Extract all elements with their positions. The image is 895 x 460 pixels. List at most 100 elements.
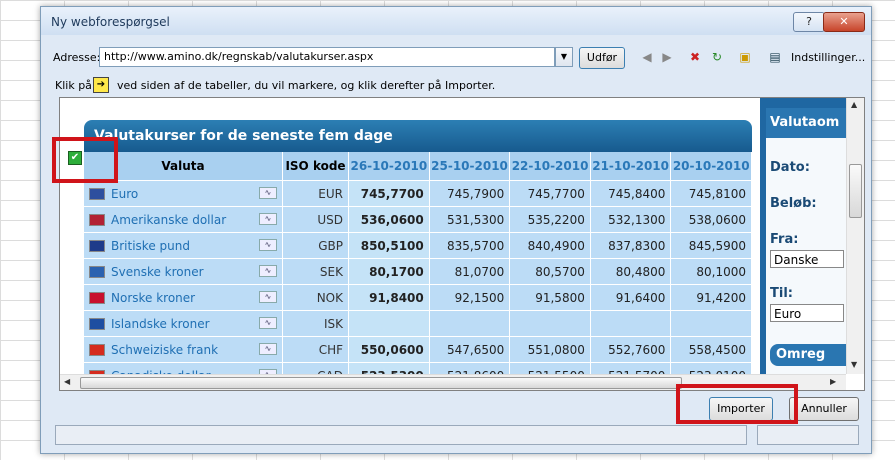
rate-cell: 91,8400 — [348, 284, 430, 311]
trend-chart-icon[interactable]: ∿ — [259, 212, 278, 225]
currency-name-cell[interactable]: Svenske kroner ∿ — [84, 258, 284, 285]
rate-cell: 91,4200 — [670, 284, 752, 311]
rate-cell: 92,1500 — [429, 284, 511, 311]
select-arrow-icon: ➔ — [93, 77, 109, 93]
rate-cell: 558,4500 — [670, 336, 752, 363]
trend-chart-icon[interactable]: ∿ — [259, 290, 278, 303]
iso-code-cell: ISK — [282, 310, 349, 337]
flag-icon — [89, 318, 105, 330]
rate-cell — [429, 310, 511, 337]
back-icon[interactable]: ◀ — [639, 49, 655, 65]
to-select[interactable]: Euro — [770, 304, 844, 322]
from-select[interactable]: Danske — [770, 250, 844, 268]
currency-name-cell[interactable]: Norske kroner ∿ — [84, 284, 284, 311]
rate-cell: 80,1700 — [348, 258, 430, 285]
horizontal-scroll-thumb[interactable] — [80, 377, 682, 389]
rate-cell: 745,7700 — [348, 180, 430, 207]
rate-cell: 552,7600 — [590, 336, 672, 363]
header-date: 22-10-2010 — [509, 152, 591, 181]
hint-text-start: Klik på — [55, 79, 92, 92]
trend-chart-icon[interactable]: ∿ — [259, 238, 278, 251]
rate-cell: 80,5700 — [509, 258, 591, 285]
status-bar-right — [757, 425, 859, 445]
currency-name-cell[interactable]: Britiske pund ∿ — [84, 232, 284, 259]
window-title: Ny webforespørgsel — [51, 15, 170, 29]
rate-cell — [348, 310, 430, 337]
table-row: Norske kroner ∿ NOK 91,8400 92,1500 91,5800 91… — [84, 284, 752, 311]
rate-cell: 837,8300 — [590, 232, 672, 259]
from-label: Fra: — [770, 232, 799, 247]
converter-box: Valutaom Dato: Beløb: Fra: Danske Til: E… — [766, 108, 846, 374]
trend-chart-icon[interactable]: ∿ — [259, 342, 278, 355]
rates-panel: Valutakurser for de seneste fem dage Val… — [84, 120, 752, 390]
address-input[interactable]: http://www.amino.dk/regnskab/valutakurse… — [99, 47, 555, 67]
currency-name[interactable]: Islandske kroner — [111, 317, 210, 331]
table-row: Schweiziske frank ∿ CHF 550,0600 547,6500 551… — [84, 336, 752, 363]
header-date: 20-10-2010 — [670, 152, 752, 181]
converter-panel: Valutaom Dato: Beløb: Fra: Danske Til: E… — [760, 98, 846, 374]
vertical-scrollbar[interactable]: ▲ ▼ — [846, 98, 864, 374]
status-bar — [55, 425, 747, 445]
scroll-right-icon[interactable]: ▶ — [830, 377, 836, 386]
rate-cell: 535,2200 — [509, 206, 591, 233]
rate-cell: 745,8400 — [590, 180, 672, 207]
close-button[interactable]: ✕ — [823, 12, 865, 32]
trend-chart-icon[interactable]: ∿ — [259, 264, 278, 277]
currency-name[interactable]: Euro — [111, 187, 138, 201]
rate-cell: 91,5800 — [509, 284, 591, 311]
checkbox-highlight — [52, 137, 118, 183]
table-row: Svenske kroner ∿ SEK 80,1700 81,0700 80,5700 8… — [84, 258, 752, 285]
currency-name-cell[interactable]: Islandske kroner ∿ — [84, 310, 284, 337]
table-row: Islandske kroner ∿ ISK — [84, 310, 752, 337]
import-highlight — [676, 384, 798, 424]
currency-name-cell[interactable]: Schweiziske frank ∿ — [84, 336, 284, 363]
web-page-content: Valutakurser for de seneste fem dage Val… — [60, 98, 846, 389]
scroll-up-icon[interactable]: ▲ — [851, 100, 857, 109]
currency-name[interactable]: Svenske kroner — [111, 265, 204, 279]
vertical-scroll-thumb[interactable] — [849, 164, 862, 218]
cancel-button[interactable]: Annuller — [789, 397, 859, 421]
currency-name[interactable]: Britiske pund — [111, 239, 190, 253]
address-label: Adresse: — [53, 51, 101, 64]
amount-label: Beløb: — [770, 196, 817, 211]
table-row: Euro ∿ EUR 745,7700 745,7900 745,7700 745,8400… — [84, 180, 752, 207]
stop-icon[interactable]: ✖ — [687, 49, 703, 65]
forward-icon[interactable]: ▶ — [659, 49, 675, 65]
rate-cell: 850,5100 — [348, 232, 430, 259]
rate-cell — [670, 310, 752, 337]
help-button[interactable]: ? — [793, 12, 825, 32]
convert-button[interactable]: Omreg — [770, 344, 846, 366]
rates-table-title: Valutakurser for de seneste fem dage — [84, 120, 752, 152]
go-button[interactable]: Udfør — [579, 47, 625, 69]
currency-name-cell[interactable]: Amerikanske dollar ∿ — [84, 206, 284, 233]
save-query-icon[interactable]: ▤ — [767, 49, 783, 65]
settings-button[interactable]: Indstillinger... — [791, 51, 865, 64]
flag-icon — [89, 214, 105, 226]
to-label: Til: — [770, 286, 793, 301]
currency-name-cell[interactable]: Euro ∿ — [84, 180, 284, 207]
rate-cell: 550,0600 — [348, 336, 430, 363]
currency-name[interactable]: Schweiziske frank — [111, 343, 218, 357]
rate-cell: 551,0800 — [509, 336, 591, 363]
scroll-down-icon[interactable]: ▼ — [851, 360, 857, 369]
rate-cell: 91,6400 — [590, 284, 672, 311]
trend-chart-icon[interactable]: ∿ — [259, 316, 278, 329]
table-row: Britiske pund ∿ GBP 850,5100 835,5700 840,490… — [84, 232, 752, 259]
rate-cell: 532,1300 — [590, 206, 672, 233]
hide-icons-icon[interactable]: ▣ — [737, 49, 753, 65]
header-date: 26-10-2010 — [348, 152, 430, 181]
rate-cell: 745,7900 — [429, 180, 511, 207]
rate-cell: 835,5700 — [429, 232, 511, 259]
rate-cell: 745,7700 — [509, 180, 591, 207]
iso-code-cell: SEK — [282, 258, 349, 285]
rate-cell: 536,0600 — [348, 206, 430, 233]
rate-cell: 80,1000 — [670, 258, 752, 285]
currency-name[interactable]: Norske kroner — [111, 291, 195, 305]
rate-cell: 745,8100 — [670, 180, 752, 207]
address-dropdown-chevron-icon[interactable]: ▼ — [555, 47, 573, 67]
refresh-icon[interactable]: ↻ — [709, 49, 725, 65]
trend-chart-icon[interactable]: ∿ — [259, 186, 278, 199]
rate-cell: 531,5300 — [429, 206, 511, 233]
scroll-left-icon[interactable]: ◀ — [64, 377, 70, 386]
currency-name[interactable]: Amerikanske dollar — [111, 213, 226, 227]
